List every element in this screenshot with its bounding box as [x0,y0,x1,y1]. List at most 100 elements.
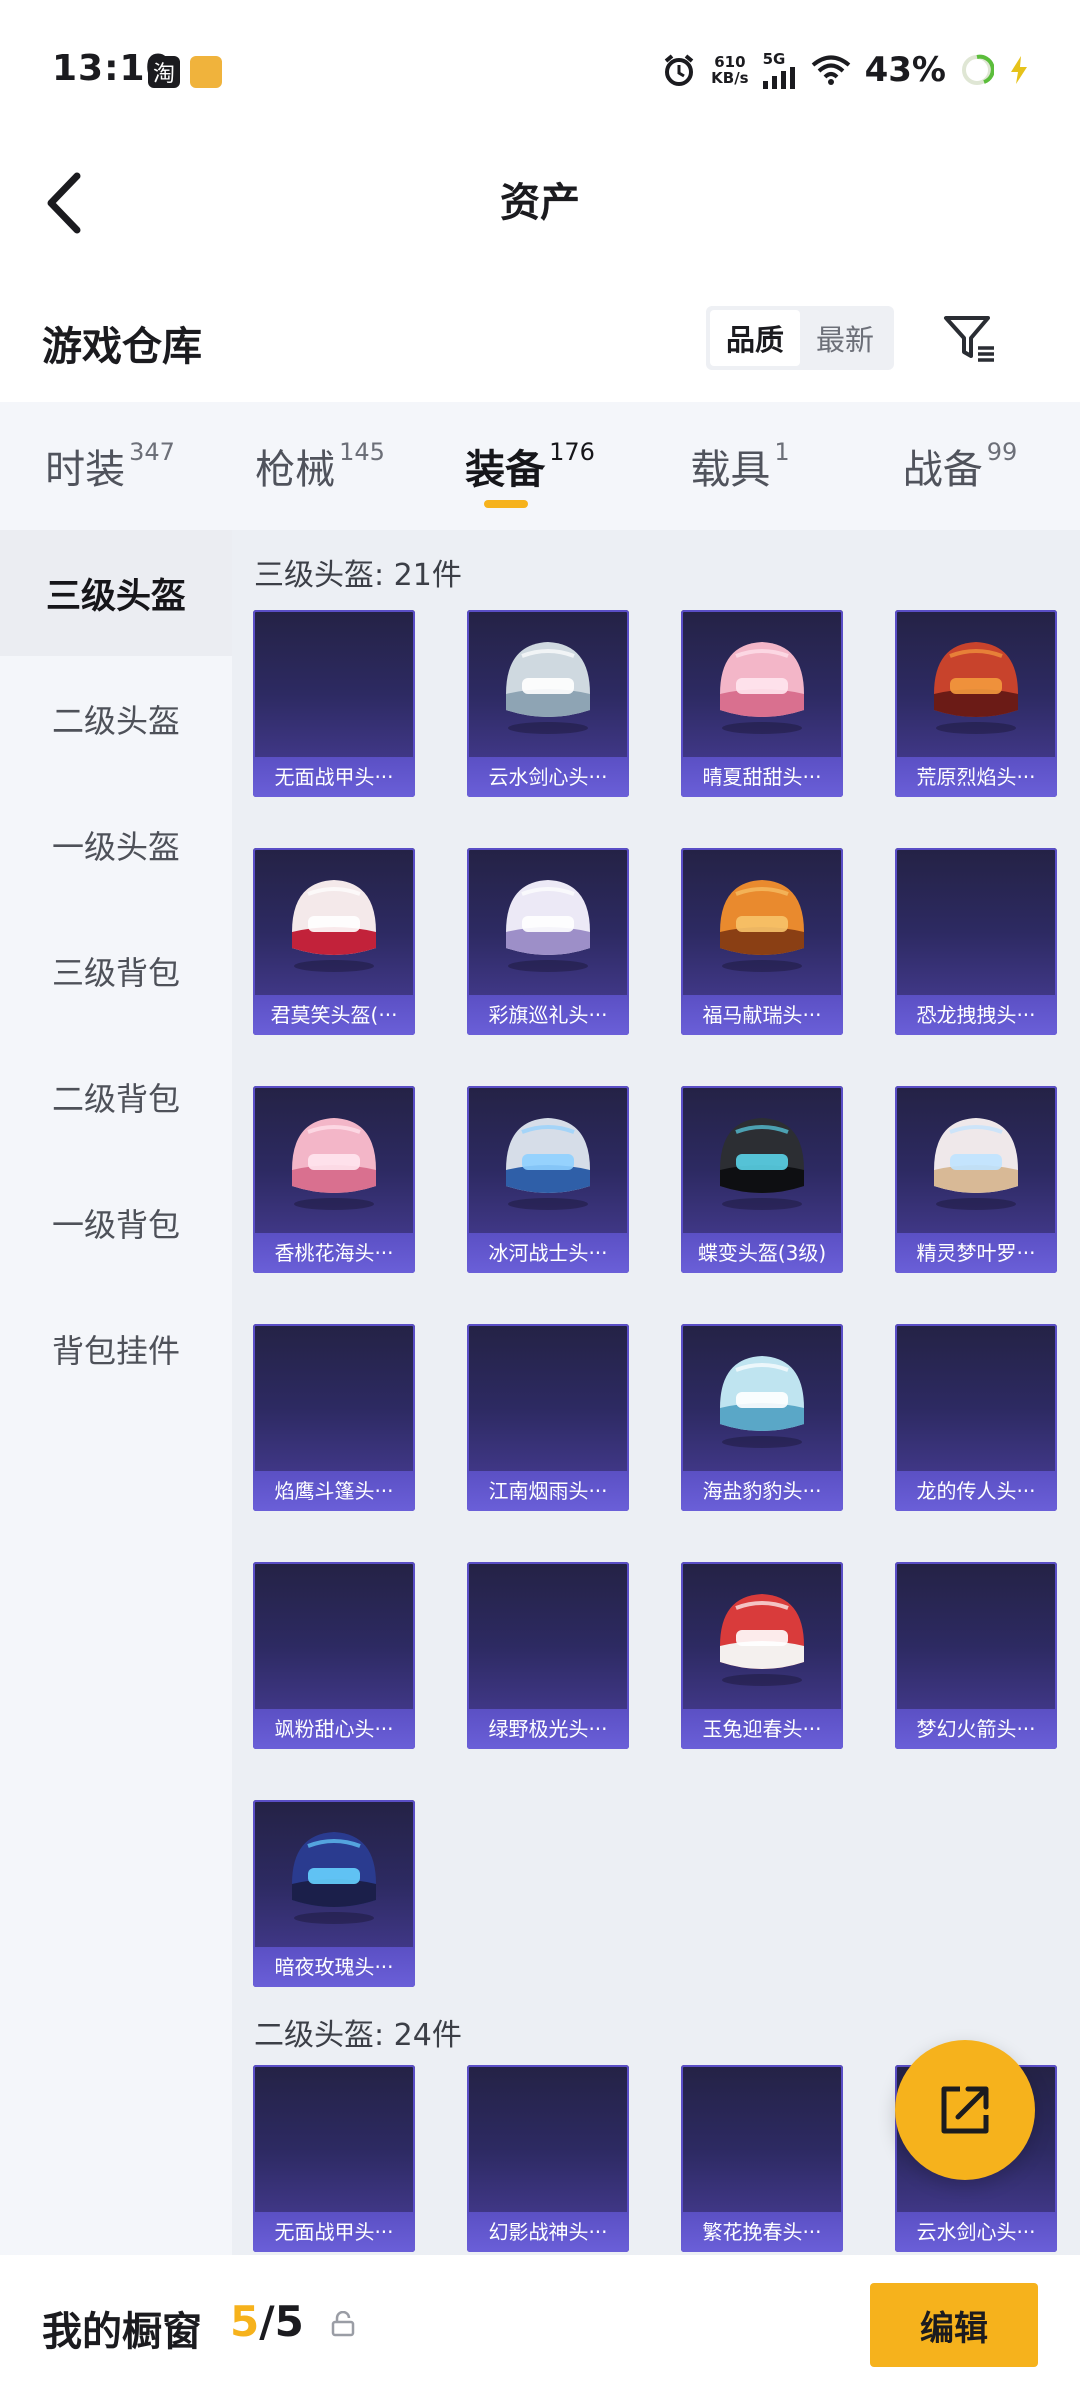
tab-count: 99 [986,438,1018,466]
speed-value: 610 [714,53,746,71]
item-name: 福马献瑞头··· [681,995,843,1035]
warehouse-title: 游戏仓库 [42,324,202,370]
item-name: 晴夏甜甜头··· [681,757,843,797]
item-name: 飒粉甜心头··· [253,1709,415,1749]
battery-ring-icon [962,54,994,85]
helmet-image [720,880,804,972]
helmet-image [292,1118,376,1210]
helmet-image [292,1832,376,1924]
section-title-level2-helmet: 二级头盔: 24件 [254,2018,462,2053]
charging-icon [1011,56,1027,84]
sidebar-item-level3-helmet[interactable]: 三级头盔 [0,530,232,656]
showcase-bar: 我的橱窗 5/5 编辑 [0,2255,1080,2400]
tab-count: 347 [129,438,175,466]
showcase-current: 5 [230,2297,260,2346]
tab-firearms[interactable]: 枪械 145 [220,402,420,530]
helmet-image [506,880,590,972]
item-card[interactable]: 福马献瑞头··· [681,848,843,1035]
showcase-total: 5 [274,2297,304,2346]
signal-indicator: 5G [762,51,797,89]
tab-count: 176 [549,438,595,466]
item-card[interactable]: 晴夏甜甜头··· [681,610,843,797]
item-card[interactable]: 飒粉甜心头··· [253,1562,415,1749]
item-name: 焰鹰斗篷头··· [253,1471,415,1511]
helmet-image [934,642,1018,734]
item-card[interactable]: 幻影战神头··· [467,2065,629,2252]
filter-icon [944,316,994,362]
item-card[interactable]: 精灵梦叶罗··· [895,1086,1057,1273]
warehouse-row: 游戏仓库 品质 最新 [0,290,1080,400]
item-card[interactable]: 繁花挽春头··· [681,2065,843,2252]
item-card[interactable]: 云水剑心头··· [467,610,629,797]
sidebar-item-level2-helmet[interactable]: 二级头盔 [0,656,232,782]
battery-percentage: 43% [864,50,946,90]
item-grid-area: 三级头盔: 21件 无面战甲头··· 云水剑心头··· 晴夏甜甜头··· 荒原烈焰头·… [232,530,1080,2255]
helmet-image [720,1594,804,1686]
item-card[interactable]: 彩旗巡礼头··· [467,848,629,1035]
tab-supplies[interactable]: 战备 99 [840,402,1080,530]
taobao-notification-icon: 淘 [148,56,180,88]
sort-toggle: 品质 最新 [706,306,894,370]
item-name: 精灵梦叶罗··· [895,1233,1057,1273]
item-card[interactable]: 海盐豹豹头··· [681,1324,843,1511]
item-name: 繁花挽春头··· [681,2212,843,2252]
item-card[interactable]: 冰河战士头··· [467,1086,629,1273]
item-card[interactable]: 君莫笑头盔(··· [253,848,415,1035]
item-name: 云水剑心头··· [467,757,629,797]
item-name: 江南烟雨头··· [467,1471,629,1511]
signal-icon [762,66,795,89]
item-name: 蝶变头盔(3级) [681,1233,843,1273]
header: 资产 [0,140,1080,270]
item-name: 恐龙拽拽头··· [895,995,1057,1035]
item-card[interactable]: 荒原烈焰头··· [895,610,1057,797]
item-name: 玉兔迎春头··· [681,1709,843,1749]
showcase-separator: / [259,2297,275,2346]
sidebar: 三级头盔 二级头盔 一级头盔 三级背包 二级背包 一级背包 背包挂件 [0,530,232,2255]
tab-vehicles[interactable]: 载具 1 [640,402,840,530]
category-tabs: 时装 347 枪械 145 装备 176 载具 1 战备 99 [0,402,1080,530]
tab-fashion[interactable]: 时装 347 [0,402,220,530]
tab-count: 145 [339,438,385,466]
item-card[interactable]: 焰鹰斗篷头··· [253,1324,415,1511]
filter-button[interactable] [940,308,1000,368]
item-name: 海盐豹豹头··· [681,1471,843,1511]
item-card[interactable]: 龙的传人头··· [895,1324,1057,1511]
item-card[interactable]: 蝶变头盔(3级) [681,1086,843,1273]
sidebar-item-backpack-pendant[interactable]: 背包挂件 [0,1286,232,1412]
tab-label: 载具 [690,447,771,493]
showcase-count: 5/5 [230,2297,304,2346]
item-card[interactable]: 暗夜玫瑰头··· [253,1800,415,1987]
edit-button[interactable]: 编辑 [870,2283,1038,2367]
item-name: 梦幻火箭头··· [895,1709,1057,1749]
sidebar-item-level2-backpack[interactable]: 二级背包 [0,1034,232,1160]
item-card[interactable]: 江南烟雨头··· [467,1324,629,1511]
item-card[interactable]: 绿野极光头··· [467,1562,629,1749]
helmet-image [506,642,590,734]
helmet-image [292,880,376,972]
item-card[interactable]: 梦幻火箭头··· [895,1562,1057,1749]
wifi-icon [811,55,850,85]
app-notification-icon [190,56,222,88]
sidebar-item-level3-backpack[interactable]: 三级背包 [0,908,232,1034]
item-card[interactable]: 玉兔迎春头··· [681,1562,843,1749]
sort-by-quality[interactable]: 品质 [710,310,800,366]
item-card[interactable]: 香桃花海头··· [253,1086,415,1273]
showcase-label: 我的橱窗 [42,2309,202,2355]
item-name: 云水剑心头··· [895,2212,1057,2252]
item-name: 绿野极光头··· [467,1709,629,1749]
share-button[interactable] [895,2040,1035,2180]
tab-equipment[interactable]: 装备 176 [420,402,640,530]
item-card[interactable]: 无面战甲头··· [253,2065,415,2252]
helmet-image [506,1118,590,1210]
share-icon [941,2086,989,2134]
item-card[interactable]: 无面战甲头··· [253,610,415,797]
svg-text:淘: 淘 [153,62,175,87]
item-name: 龙的传人头··· [895,1471,1057,1511]
tab-label: 枪械 [255,447,336,493]
item-name: 冰河战士头··· [467,1233,629,1273]
sidebar-item-level1-helmet[interactable]: 一级头盔 [0,782,232,908]
item-card[interactable]: 恐龙拽拽头··· [895,848,1057,1035]
item-name: 无面战甲头··· [253,2212,415,2252]
sidebar-item-level1-backpack[interactable]: 一级背包 [0,1160,232,1286]
sort-by-newest[interactable]: 最新 [800,310,890,366]
